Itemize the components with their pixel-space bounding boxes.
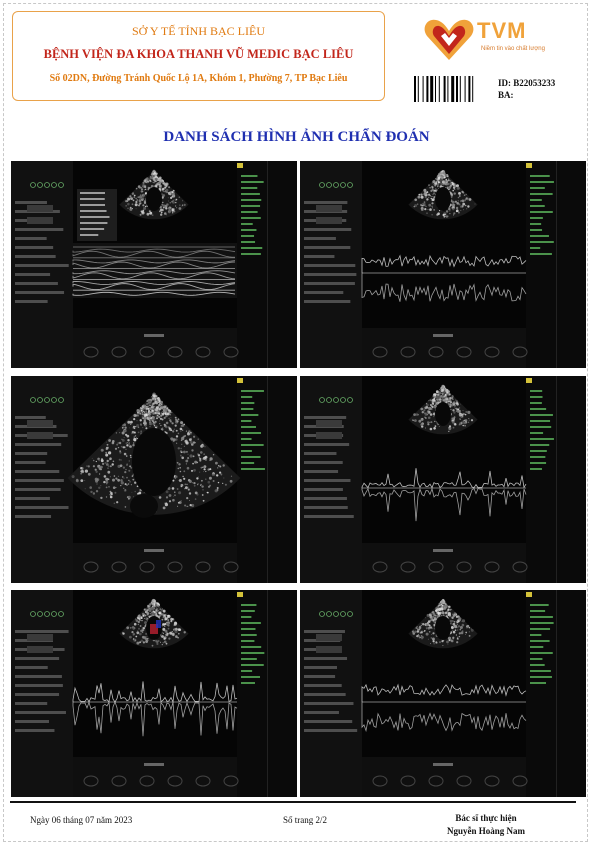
heart-logo-icon bbox=[424, 19, 474, 60]
footer-signature: Bác sĩ thực hiện Nguyễn Hoàng Nam bbox=[432, 812, 540, 838]
hospital-header: SỞ Y TẾ TỈNH BẠC LIÊU BỆNH VIỆN ĐA KHOA … bbox=[12, 11, 385, 101]
header-department: SỞ Y TẾ TỈNH BẠC LIÊU bbox=[132, 24, 265, 38]
footer-date: Ngày 06 tháng 07 năm 2023 bbox=[30, 815, 133, 825]
record-info: ID: B22053233 BA: bbox=[498, 77, 555, 101]
footer-role: Bác sĩ thực hiện bbox=[455, 813, 517, 823]
echo-image-5[interactable] bbox=[11, 590, 297, 797]
echo-image-6[interactable] bbox=[300, 590, 586, 797]
barcode bbox=[414, 76, 474, 102]
hospital-logo: TVM Niềm tin vào chất lượng bbox=[423, 16, 563, 62]
header-hospital-name: BỆNH VIỆN ĐA KHOA THANH VŨ MEDIC BẠC LIÊ… bbox=[43, 47, 354, 61]
footer-page-number: Số trang 2/2 bbox=[283, 815, 327, 825]
record-id: ID: B22053233 bbox=[498, 78, 556, 88]
footer-divider bbox=[10, 801, 576, 803]
logo-slogan: Niềm tin vào chất lượng bbox=[481, 46, 545, 52]
record-ba: BA: bbox=[498, 90, 514, 100]
footer-doctor-name: Nguyễn Hoàng Nam bbox=[446, 826, 525, 836]
header-address: Số 02DN, Đường Tránh Quốc Lộ 1A, Khóm 1,… bbox=[49, 73, 348, 84]
echo-image-3[interactable] bbox=[11, 376, 297, 583]
echo-image-1[interactable] bbox=[11, 161, 297, 368]
logo-text: TVM bbox=[477, 18, 527, 43]
echo-image-2[interactable] bbox=[300, 161, 586, 368]
page-title: DANH SÁCH HÌNH ẢNH CHẨN ĐOÁN bbox=[163, 129, 430, 145]
echo-image-4[interactable] bbox=[300, 376, 586, 583]
